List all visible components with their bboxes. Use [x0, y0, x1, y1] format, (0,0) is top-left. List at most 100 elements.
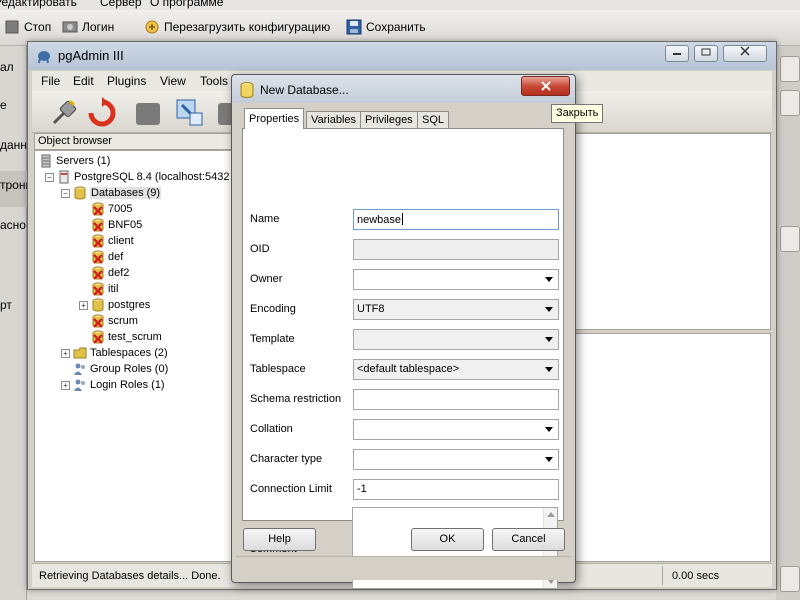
tree-item[interactable]: Servers (1) — [39, 153, 110, 169]
help-button[interactable]: Help — [243, 528, 316, 551]
tab-properties[interactable]: Properties — [244, 108, 305, 129]
tree-item[interactable]: − PostgreSQL 8.4 (localhost:5432 — [45, 169, 230, 185]
tree-item[interactable]: 7005 — [79, 201, 132, 217]
ok-button[interactable]: OK — [411, 528, 484, 551]
tree-item-label: def — [108, 251, 124, 263]
background-menu-server[interactable]: Сервер — [100, 0, 142, 9]
cancel-button[interactable]: Cancel — [492, 528, 565, 551]
tablespace-select[interactable]: <default tablespace> — [353, 359, 559, 380]
database-disconnected-icon — [92, 314, 104, 328]
template-select[interactable] — [353, 329, 559, 350]
save-button-label: Сохранить — [366, 20, 426, 34]
tree-item[interactable]: − Databases (9) — [61, 185, 162, 201]
menu-tools[interactable]: Tools — [200, 74, 228, 88]
maximize-button[interactable] — [694, 45, 718, 62]
menu-file[interactable]: File — [41, 74, 60, 88]
connect-plug-icon[interactable] — [48, 97, 80, 129]
close-icon — [540, 81, 551, 91]
background-right-button[interactable] — [780, 226, 800, 252]
tree-item[interactable]: itil — [79, 281, 118, 297]
refresh-icon[interactable] — [86, 97, 118, 129]
stop-button-label: Стоп — [24, 20, 52, 34]
pgadmin-elephant-icon — [38, 51, 50, 64]
server-icon — [59, 170, 69, 184]
dialog-titlebar[interactable]: New Database... — [232, 75, 575, 103]
tree-item-label: def2 — [108, 267, 130, 279]
database-icon — [240, 82, 254, 98]
background-menubar: Редактировать Сервер О программе — [0, 0, 800, 10]
schema-restriction-field[interactable] — [353, 389, 559, 410]
tree-item[interactable]: def2 — [79, 265, 129, 281]
login-button[interactable]: Логин — [62, 19, 114, 35]
database-icon — [92, 298, 104, 312]
tree-item-label: postgres — [108, 299, 151, 311]
status-separator — [662, 566, 663, 585]
database-disconnected-icon — [92, 202, 104, 216]
expand-icon[interactable]: + — [79, 300, 88, 310]
collapse-icon[interactable]: − — [61, 188, 70, 198]
tree-item[interactable]: scrum — [79, 313, 138, 329]
connection-limit-field[interactable]: -1 — [353, 479, 559, 500]
connection-limit-label: Connection Limit — [250, 483, 332, 495]
database-disconnected-icon — [92, 266, 104, 280]
create-object-icon[interactable] — [174, 97, 206, 129]
tree-item[interactable]: client — [79, 233, 134, 249]
background-left-item[interactable]: асно — [0, 218, 26, 232]
expand-icon[interactable]: + — [61, 348, 70, 358]
background-menu-about[interactable]: О программе — [150, 0, 223, 9]
background-left-item[interactable]: ал — [0, 60, 14, 74]
tree-item[interactable]: + postgres — [79, 297, 150, 313]
tree-item-label: Databases (9) — [90, 187, 162, 199]
owner-select[interactable] — [353, 269, 559, 290]
tablespace-label: Tablespace — [250, 363, 306, 375]
login-icon — [62, 21, 78, 33]
menu-view[interactable]: View — [160, 74, 186, 88]
tree-item-label: Group Roles (0) — [90, 363, 169, 375]
tab-variables[interactable]: Variables — [306, 111, 362, 129]
tree-item-label: test_scrum — [108, 331, 162, 343]
tree-item[interactable]: + Tablespaces (2) — [61, 345, 168, 361]
menu-plugins[interactable]: Plugins — [107, 74, 146, 88]
name-label: Name — [250, 213, 280, 225]
background-right-button[interactable] — [780, 56, 800, 82]
close-tooltip: Закрыть — [551, 104, 604, 123]
reload-config-icon — [145, 20, 159, 34]
tab-sql[interactable]: SQL — [417, 111, 450, 129]
dialog-close-button[interactable] — [521, 76, 570, 96]
expand-icon[interactable]: + — [61, 380, 70, 390]
minimize-button[interactable] — [665, 45, 689, 62]
menu-edit[interactable]: Edit — [73, 74, 94, 88]
background-left-item[interactable]: рт — [0, 298, 12, 312]
collation-select[interactable] — [353, 419, 559, 440]
object-browser-header: Object browser — [34, 133, 256, 150]
database-disconnected-icon — [92, 330, 104, 344]
pgadmin-titlebar[interactable]: pgAdmin III — [28, 42, 776, 70]
database-disconnected-icon — [92, 282, 104, 296]
tree-item[interactable]: BNF05 — [79, 217, 142, 233]
tree-item[interactable]: test_scrum — [79, 329, 162, 345]
object-browser-tree: Servers (1) − PostgreSQL 8.4 (localhost:54… — [34, 150, 256, 562]
tab-privileges[interactable]: Privileges — [360, 111, 418, 129]
save-button[interactable]: Сохранить — [346, 19, 426, 35]
background-right-button[interactable] — [780, 90, 800, 116]
background-menu-edit[interactable]: Редактировать — [0, 0, 77, 9]
tree-item[interactable]: Group Roles (0) — [61, 361, 168, 377]
stop-button[interactable]: Стоп — [4, 19, 51, 35]
background-left-item[interactable]: данн — [0, 138, 27, 152]
encoding-select[interactable]: UTF8 — [353, 299, 559, 320]
reload-config-button[interactable]: Перезагрузить конфигурацию — [144, 19, 330, 35]
floppy-disk-icon — [346, 19, 362, 35]
background-left-item[interactable]: е — [0, 98, 7, 112]
name-field[interactable]: newbase — [353, 209, 559, 230]
tree-item[interactable]: def — [79, 249, 123, 265]
background-right-button[interactable] — [780, 566, 800, 592]
properties-icon[interactable] — [132, 97, 164, 129]
tree-item[interactable]: + Login Roles (1) — [61, 377, 165, 393]
collapse-icon[interactable]: − — [45, 172, 54, 182]
character-type-select[interactable] — [353, 449, 559, 470]
database-disconnected-icon — [92, 250, 104, 264]
character-type-label: Character type — [250, 453, 323, 465]
database-disconnected-icon — [92, 234, 104, 248]
window-title: pgAdmin III — [58, 48, 124, 63]
close-window-button[interactable] — [723, 45, 767, 62]
